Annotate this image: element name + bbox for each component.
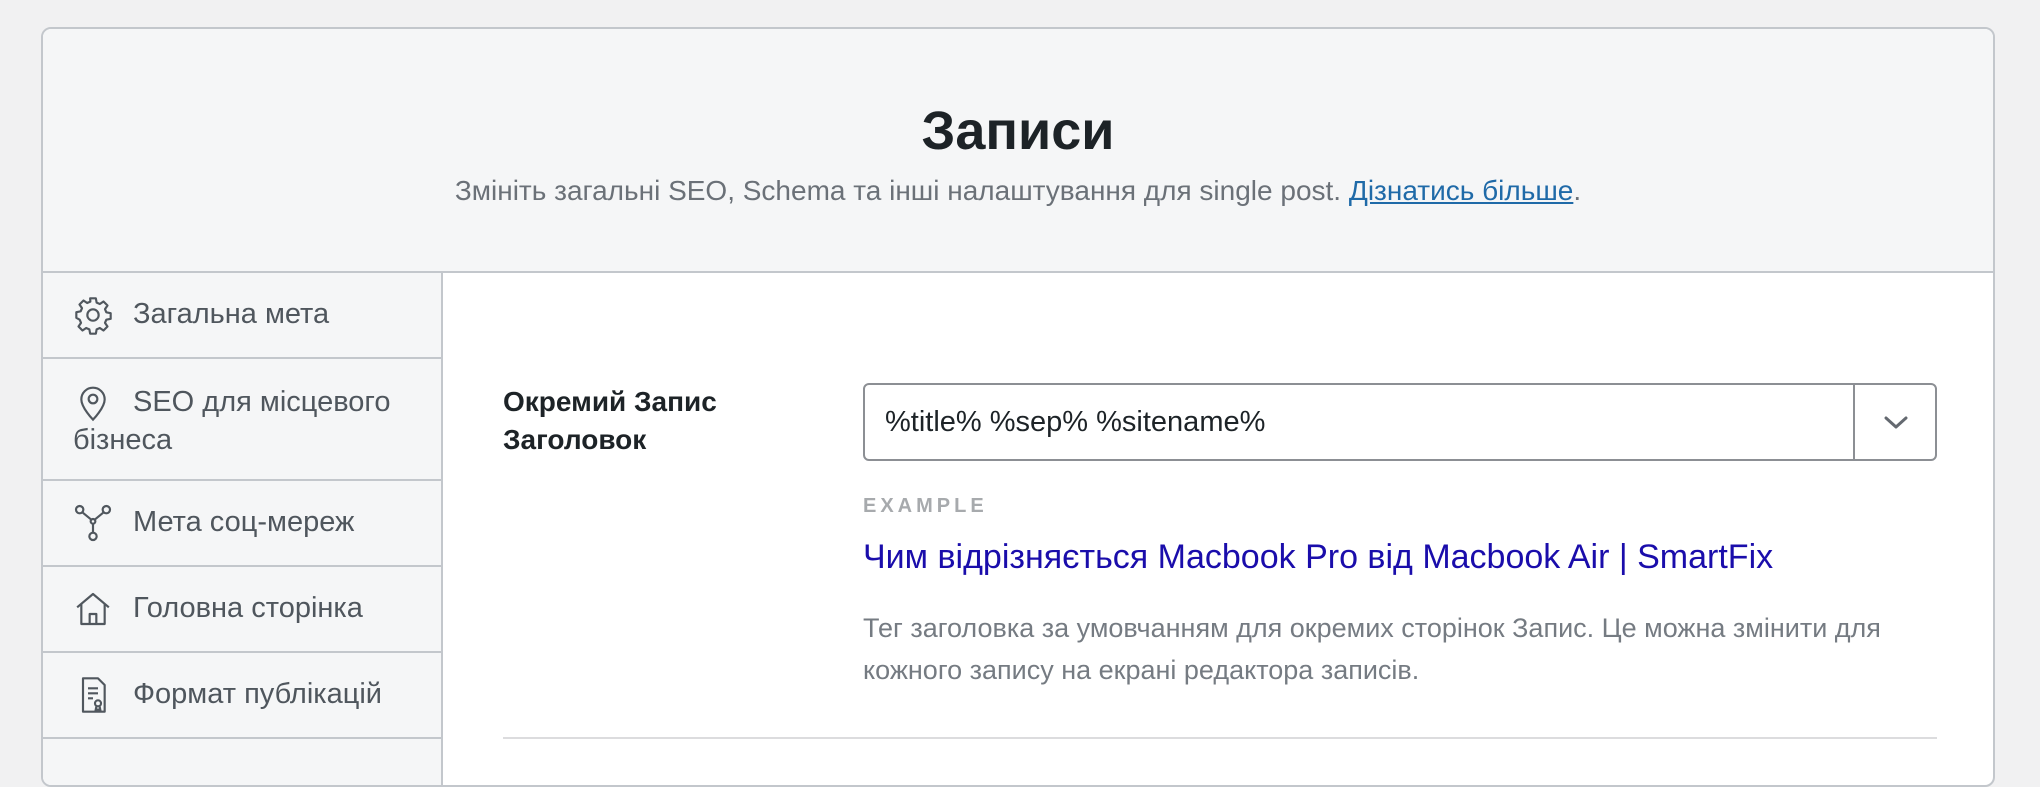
sidebar-item-label: Загальна мета	[133, 298, 330, 330]
example-serp-title: Чим відрізняється Macbook Pro від Macboo…	[863, 538, 1774, 576]
sidebar-item-homepage[interactable]: Головна сторінка	[43, 567, 441, 653]
panel-header: Записи Змініть загальні SEO, Schema та і…	[43, 29, 1993, 273]
sidebar-item-label: Формат публікацій	[133, 678, 382, 710]
sidebar-item-general-meta[interactable]: Загальна мета	[43, 273, 441, 359]
page-description: Змініть загальні SEO, Schema та інші нал…	[43, 173, 1993, 209]
sidebar-item-label: SEO для місцевого бізнеса	[73, 386, 391, 456]
gear-icon	[73, 295, 113, 335]
description-text: Змініть загальні SEO, Schema та інші нал…	[454, 175, 1342, 206]
page-title: Записи	[921, 101, 1115, 161]
single-post-title-label: Окремий Запис Заголовок	[503, 386, 717, 455]
home-icon	[73, 589, 113, 629]
select-toggle-button[interactable]	[1853, 385, 1935, 459]
field-help-text: Тег заголовка за умовчанням для окремих …	[863, 613, 1881, 685]
sidebar-item-local-seo[interactable]: SEO для місцевого бізнеса	[43, 359, 441, 481]
title-template-value[interactable]: %title% %sep% %sitename%	[885, 385, 1265, 459]
chevron-down-icon	[1884, 416, 1908, 429]
settings-sidebar: Загальна мета SEO для місцевого бізнеса	[43, 273, 443, 785]
sidebar-item-label: Головна сторінка	[133, 592, 363, 624]
location-pin-icon	[73, 383, 113, 423]
sidebar-item-post-format[interactable]: Формат публікацій	[43, 653, 441, 739]
settings-panel: Записи Змініть загальні SEO, Schema та і…	[41, 27, 1995, 787]
document-format-icon	[73, 675, 113, 715]
title-template-select[interactable]: %title% %sep% %sitename%	[863, 383, 1937, 461]
social-share-icon	[73, 503, 113, 543]
sidebar-item-label: Мета соц-мереж	[133, 506, 355, 538]
section-divider	[503, 737, 1937, 739]
learn-more-link[interactable]: Дізнатись більше	[1349, 175, 1574, 206]
sidebar-item-social-meta[interactable]: Мета соц-мереж	[43, 481, 441, 567]
description-period: .	[1573, 175, 1582, 206]
example-caption: EXAMPLE	[863, 495, 988, 517]
